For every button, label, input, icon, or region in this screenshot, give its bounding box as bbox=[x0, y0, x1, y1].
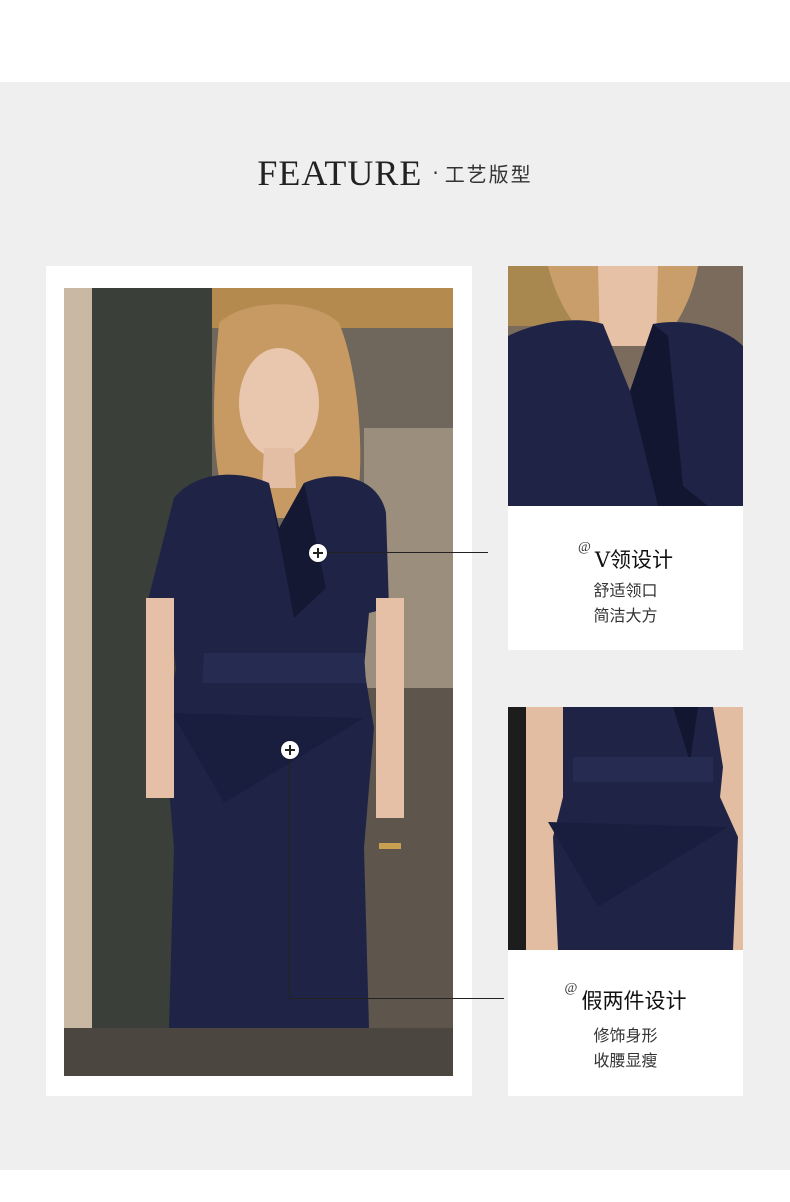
v-neck-title-row: @V领设计 bbox=[508, 540, 743, 574]
header-title-en: FEATURE bbox=[257, 153, 423, 193]
v-neck-description: 舒适领口 简洁大方 bbox=[508, 578, 743, 628]
two-piece-leader-line-vertical bbox=[289, 759, 290, 999]
v-neck-leader-line bbox=[327, 552, 488, 553]
two-piece-title: 假两件设计 bbox=[581, 989, 687, 1013]
feature-card-two-piece: @假两件设计 修饰身形 收腰显瘦 bbox=[508, 707, 743, 1096]
v-neck-detail-photo bbox=[508, 266, 743, 506]
two-piece-detail-photo bbox=[508, 707, 743, 950]
two-piece-desc-line-1: 修饰身形 bbox=[593, 1026, 658, 1045]
feature-card-v-neck: @V领设计 舒适领口 简洁大方 bbox=[508, 266, 743, 650]
header-title-cn: 工艺版型 bbox=[444, 162, 533, 187]
v-neck-desc-line-2: 简洁大方 bbox=[593, 606, 658, 625]
two-piece-desc-line-2: 收腰显瘦 bbox=[593, 1051, 658, 1070]
two-piece-description: 修饰身形 收腰显瘦 bbox=[508, 1023, 743, 1073]
two-piece-leader-line-horizontal bbox=[289, 998, 504, 999]
v-neck-hotspot[interactable] bbox=[309, 544, 327, 562]
two-piece-hotspot[interactable] bbox=[281, 741, 299, 759]
v-neck-title: V领设计 bbox=[594, 548, 674, 572]
two-piece-marker: @ bbox=[564, 981, 578, 996]
main-model-photo bbox=[64, 288, 453, 1076]
v-neck-desc-line-1: 舒适领口 bbox=[593, 581, 658, 600]
header-separator: · bbox=[432, 161, 439, 185]
two-piece-title-row: @假两件设计 bbox=[508, 981, 743, 1015]
section-header: FEATURE · 工艺版型 bbox=[0, 152, 790, 194]
v-neck-marker: @ bbox=[577, 540, 591, 555]
